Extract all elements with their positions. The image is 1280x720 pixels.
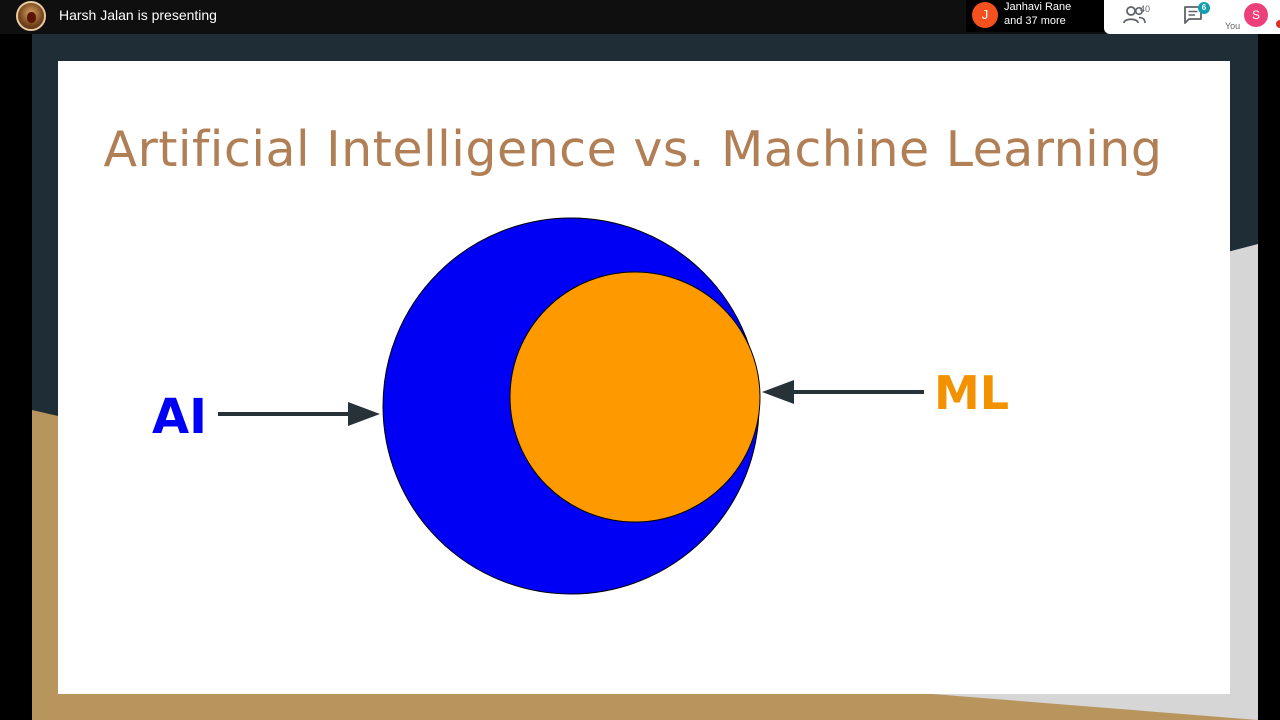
venn-diagram bbox=[218, 217, 924, 595]
presenter-avatar bbox=[16, 1, 46, 31]
ai-arrowhead bbox=[348, 402, 380, 426]
ai-label: AI bbox=[152, 389, 208, 445]
ml-arrowhead bbox=[762, 380, 794, 404]
meeting-top-bar: Harsh Jalan is presenting J Janhavi Rane… bbox=[0, 0, 1280, 34]
speaker-names: Janhavi Rane and 37 more bbox=[1004, 0, 1071, 28]
speaker-others: and 37 more bbox=[1004, 15, 1066, 27]
ml-circle bbox=[509, 271, 761, 523]
speaker-name: Janhavi Rane bbox=[1004, 1, 1072, 13]
active-speaker-chip[interactable]: J Janhavi Rane and 37 more bbox=[966, 0, 1104, 32]
self-avatar[interactable]: S bbox=[1244, 3, 1268, 27]
presentation-slide: Artificial Intelligence vs. Machine Lear… bbox=[58, 61, 1230, 694]
self-label: You bbox=[1225, 21, 1241, 31]
speaker-avatar: J bbox=[972, 2, 998, 28]
presenting-status: Harsh Jalan is presenting bbox=[59, 7, 217, 23]
ml-label: ML bbox=[934, 366, 1010, 420]
alert-dot bbox=[1276, 20, 1280, 28]
people-count: 40 bbox=[1140, 4, 1151, 14]
meeting-controls: 40 6 S You bbox=[1104, 0, 1280, 34]
chat-badge: 6 bbox=[1198, 2, 1210, 14]
